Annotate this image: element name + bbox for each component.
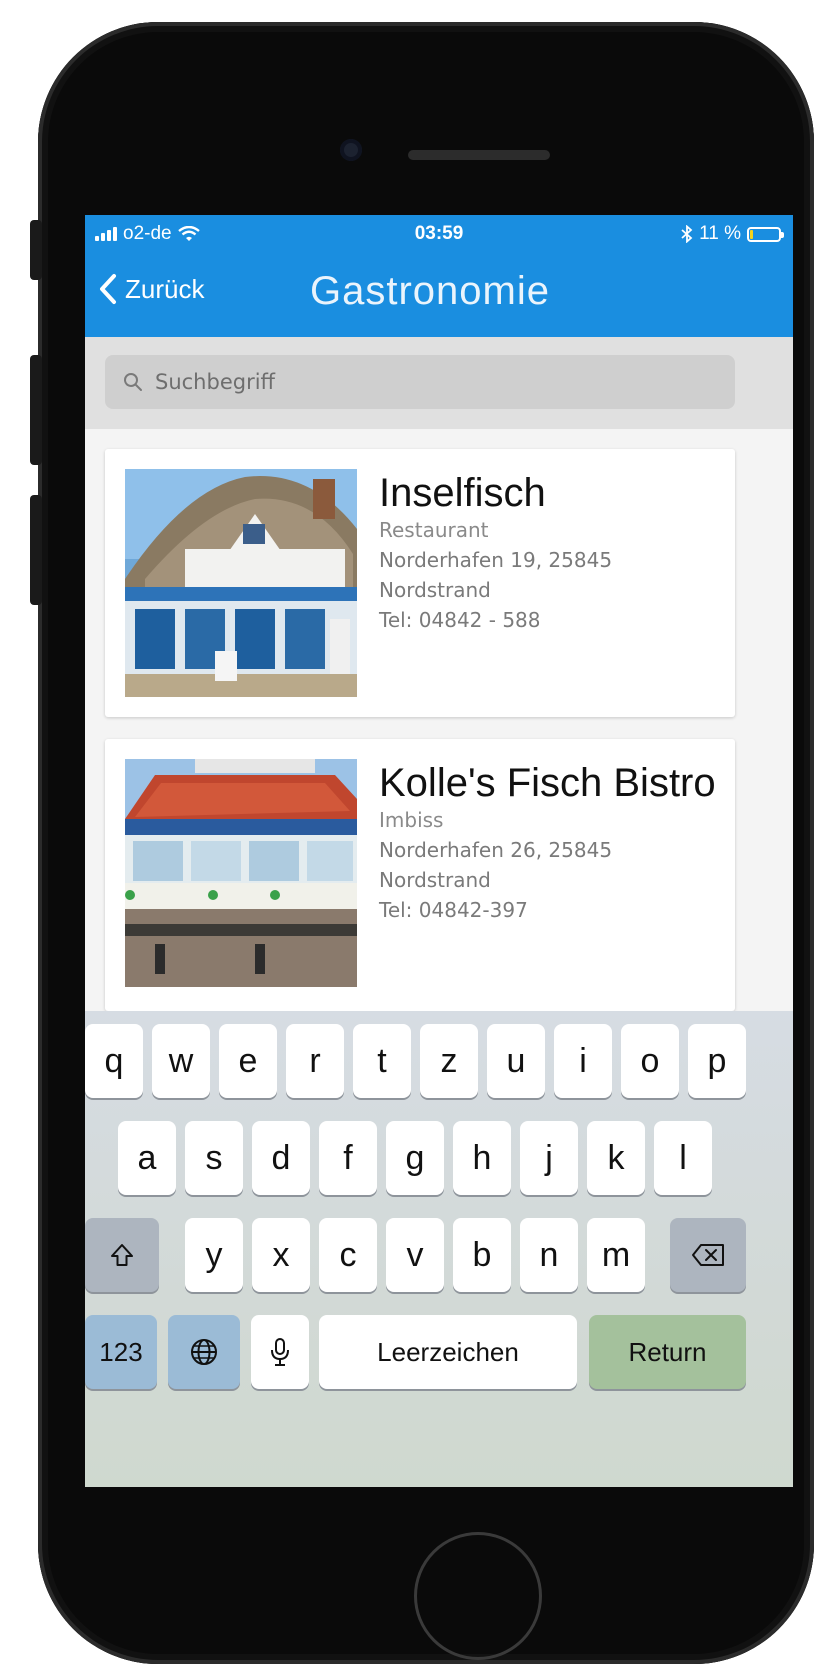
key-k[interactable]: k bbox=[587, 1121, 645, 1195]
backspace-icon bbox=[692, 1244, 724, 1266]
dictation-key[interactable] bbox=[251, 1315, 309, 1389]
key-d[interactable]: d bbox=[252, 1121, 310, 1195]
space-key[interactable]: Leerzeichen bbox=[319, 1315, 577, 1389]
entry-category: Imbiss bbox=[379, 808, 444, 832]
volume-up-button bbox=[30, 355, 42, 465]
chevron-left-icon bbox=[100, 274, 116, 304]
entry-name: Inselfisch bbox=[379, 471, 546, 515]
key-b[interactable]: b bbox=[453, 1218, 511, 1292]
key-p[interactable]: p bbox=[688, 1024, 746, 1098]
globe-icon bbox=[191, 1339, 217, 1365]
search-bar bbox=[85, 337, 793, 429]
key-c[interactable]: c bbox=[319, 1218, 377, 1292]
key-i[interactable]: i bbox=[554, 1024, 612, 1098]
entry-city: Nordstrand bbox=[379, 868, 491, 892]
key-l[interactable]: l bbox=[654, 1121, 712, 1195]
key-q[interactable]: q bbox=[85, 1024, 143, 1098]
list-item[interactable]: Kolle's Fisch Bistro Imbiss Norderhafen … bbox=[105, 739, 735, 1011]
entry-address: Norderhafen 19, 25845 bbox=[379, 548, 613, 572]
key-n[interactable]: n bbox=[520, 1218, 578, 1292]
entry-name: Kolle's Fisch Bistro bbox=[379, 761, 716, 805]
status-right: 11 % bbox=[681, 223, 784, 245]
key-v[interactable]: v bbox=[386, 1218, 444, 1292]
entry-details: Kolle's Fisch Bistro Imbiss Norderhafen … bbox=[379, 761, 725, 925]
search-input[interactable] bbox=[153, 369, 717, 395]
numbers-key[interactable]: 123 bbox=[85, 1315, 157, 1389]
entry-city: Nordstrand bbox=[379, 578, 491, 602]
entry-address: Norderhafen 26, 25845 bbox=[379, 838, 613, 862]
key-y[interactable]: y bbox=[185, 1218, 243, 1292]
key-e[interactable]: e bbox=[219, 1024, 277, 1098]
shift-key[interactable] bbox=[85, 1218, 159, 1292]
key-t[interactable]: t bbox=[353, 1024, 411, 1098]
key-f[interactable]: f bbox=[319, 1121, 377, 1195]
entry-phone[interactable]: Tel: 04842-397 bbox=[379, 895, 725, 925]
key-x[interactable]: x bbox=[252, 1218, 310, 1292]
home-button[interactable] bbox=[414, 1532, 542, 1660]
entry-category: Restaurant bbox=[379, 518, 489, 542]
key-s[interactable]: s bbox=[185, 1121, 243, 1195]
key-z[interactable]: z bbox=[420, 1024, 478, 1098]
key-w[interactable]: w bbox=[152, 1024, 210, 1098]
list-item[interactable]: Inselfisch Restaurant Norderhafen 19, 25… bbox=[105, 449, 735, 717]
microphone-icon bbox=[271, 1338, 289, 1366]
result-list: Inselfisch Restaurant Norderhafen 19, 25… bbox=[85, 429, 793, 1011]
return-key[interactable]: Return bbox=[589, 1315, 746, 1389]
battery-icon bbox=[747, 226, 784, 242]
key-a[interactable]: a bbox=[118, 1121, 176, 1195]
shift-icon bbox=[111, 1244, 133, 1266]
bluetooth-icon bbox=[681, 225, 693, 243]
key-u[interactable]: u bbox=[487, 1024, 545, 1098]
entry-phone[interactable]: Tel: 04842 - 588 bbox=[379, 605, 725, 635]
key-j[interactable]: j bbox=[520, 1121, 578, 1195]
mute-switch bbox=[30, 220, 42, 280]
key-h[interactable]: h bbox=[453, 1121, 511, 1195]
search-icon bbox=[124, 373, 142, 391]
volume-down-button bbox=[30, 495, 42, 605]
globe-key[interactable] bbox=[168, 1315, 240, 1389]
front-camera bbox=[340, 139, 362, 161]
back-button[interactable]: Zurück bbox=[97, 273, 204, 305]
key-r[interactable]: r bbox=[286, 1024, 344, 1098]
back-label: Zurück bbox=[125, 273, 205, 304]
restaurant-photo bbox=[125, 469, 357, 697]
entry-details: Inselfisch Restaurant Norderhafen 19, 25… bbox=[379, 471, 725, 635]
keyboard: q w e r t z u i o p a s d f g h j k l y … bbox=[85, 1011, 793, 1487]
status-bar: o2-de 03:59 11 % bbox=[85, 215, 793, 255]
key-m[interactable]: m bbox=[587, 1218, 645, 1292]
navigation-bar: Zurück Gastronomie bbox=[85, 255, 793, 337]
key-o[interactable]: o bbox=[621, 1024, 679, 1098]
delete-key[interactable] bbox=[670, 1218, 746, 1292]
search-box[interactable] bbox=[105, 355, 735, 409]
battery-percent: 11 % bbox=[699, 223, 741, 244]
page-title: Gastronomie bbox=[310, 269, 550, 313]
restaurant-photo bbox=[125, 759, 357, 987]
earpiece-speaker bbox=[408, 150, 550, 160]
screen: o2-de 03:59 11 % Zurück Gastronomie Such… bbox=[85, 215, 793, 1487]
key-g[interactable]: g bbox=[386, 1121, 444, 1195]
battery-level bbox=[750, 229, 753, 239]
